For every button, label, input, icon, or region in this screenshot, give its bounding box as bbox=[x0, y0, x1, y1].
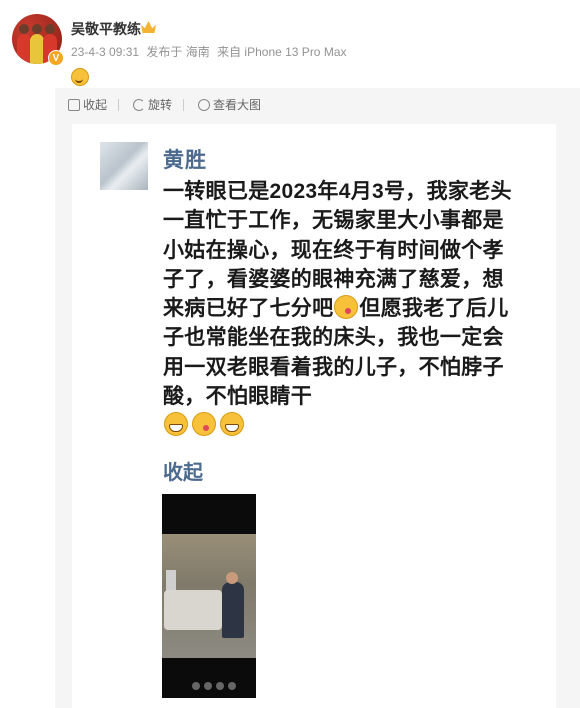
image-toolbar: 收起 旋转 查看大图 bbox=[68, 96, 261, 113]
wink-emoji-icon bbox=[334, 295, 359, 320]
author-name[interactable]: 黄胜 bbox=[163, 144, 207, 174]
rotate-label: 旋转 bbox=[148, 98, 173, 112]
collapse-label: 收起 bbox=[83, 98, 108, 112]
control-dot-icon[interactable] bbox=[228, 682, 236, 690]
author-avatar[interactable] bbox=[100, 142, 148, 190]
view-large-button[interactable]: 查看大图 bbox=[198, 96, 261, 113]
view-large-label: 查看大图 bbox=[213, 98, 262, 112]
grin-emoji-icon bbox=[164, 412, 188, 437]
rotate-icon bbox=[133, 98, 146, 111]
post-device: 来自 iPhone 13 Pro Max bbox=[217, 45, 347, 59]
collapse-icon bbox=[68, 98, 80, 111]
verified-badge: V bbox=[48, 50, 64, 66]
control-dot-icon[interactable] bbox=[216, 682, 224, 690]
crown-icon bbox=[141, 21, 156, 33]
smile-icon bbox=[71, 68, 89, 86]
photo-controls bbox=[192, 682, 236, 690]
post-location: 发布于 海南 bbox=[146, 45, 210, 59]
collapse-link[interactable]: 收起 bbox=[163, 456, 203, 485]
username[interactable]: 吴敬平教练 bbox=[71, 19, 141, 39]
collapse-button[interactable]: 收起 bbox=[68, 96, 120, 113]
control-dot-icon[interactable] bbox=[204, 682, 212, 690]
rotate-button[interactable]: 旋转 bbox=[133, 96, 185, 113]
control-dot-icon[interactable] bbox=[192, 682, 200, 690]
post-text: 一转眼已是2023年4月3号，我家老头一直忙于工作，无锡家里大小事都是小姑在操心… bbox=[163, 177, 521, 441]
wink-emoji-icon bbox=[192, 412, 216, 437]
zoom-icon bbox=[198, 98, 211, 111]
post-meta: 23-4-3 09:31 发布于 海南 来自 iPhone 13 Pro Max bbox=[71, 43, 351, 60]
emoji-row bbox=[163, 412, 245, 437]
grin-emoji-icon bbox=[220, 412, 244, 437]
attached-photo[interactable] bbox=[162, 494, 256, 698]
post-date[interactable]: 23-4-3 09:31 bbox=[71, 45, 139, 59]
